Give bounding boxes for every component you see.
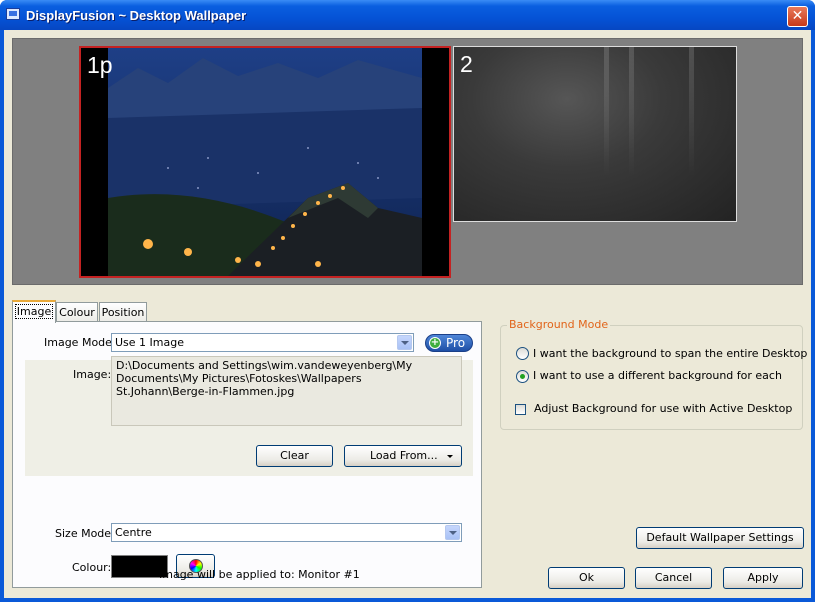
load-from-button[interactable]: Load From... bbox=[344, 445, 462, 467]
apply-button[interactable]: Apply bbox=[723, 567, 803, 589]
monitor-1-label: 1p bbox=[87, 52, 113, 78]
image-mode-value: Use 1 Image bbox=[115, 336, 184, 349]
monitor-preview-area: 1p 2 bbox=[12, 38, 803, 285]
cancel-button[interactable]: Cancel bbox=[635, 567, 712, 589]
tab-colour[interactable]: Colour bbox=[56, 302, 98, 322]
light-streak bbox=[629, 47, 634, 177]
monitor-1-preview[interactable]: 1p bbox=[79, 46, 451, 278]
ok-button[interactable]: Ok bbox=[548, 567, 625, 589]
clear-button[interactable]: Clear bbox=[256, 445, 333, 467]
chevron-down-icon[interactable] bbox=[397, 335, 412, 350]
default-wallpaper-settings-button[interactable]: Default Wallpaper Settings bbox=[636, 527, 804, 549]
displayfusion-app-icon bbox=[6, 8, 20, 20]
dialog-body: 1p 2 Image Colour Position Image Mode: U… bbox=[4, 30, 811, 598]
active-desktop-checkbox[interactable] bbox=[515, 404, 526, 415]
size-mode-value: Centre bbox=[115, 526, 152, 539]
image-tab-panel: Image Mode: Use 1 Image + Pro Image: D:\… bbox=[12, 321, 482, 588]
monitor-2-preview[interactable]: 2 bbox=[453, 46, 737, 222]
wallpaper-thumbnail-mountain-image bbox=[108, 48, 422, 276]
pro-button[interactable]: + Pro bbox=[425, 334, 473, 352]
plus-icon: + bbox=[429, 337, 441, 349]
load-from-label: Load From... bbox=[370, 449, 438, 462]
background-mode-legend: Background Mode bbox=[507, 318, 611, 331]
light-streak bbox=[689, 47, 694, 177]
active-desktop-label[interactable]: Adjust Background for use with Active De… bbox=[534, 402, 792, 415]
tab-position[interactable]: Position bbox=[99, 302, 147, 322]
chevron-down-icon[interactable] bbox=[445, 525, 460, 540]
colour-label: Colour: bbox=[72, 561, 112, 574]
image-label: Image: bbox=[73, 368, 112, 381]
tab-image-label: Image bbox=[14, 304, 54, 319]
light-streak bbox=[604, 47, 609, 177]
dropdown-arrow-icon bbox=[447, 455, 453, 458]
applied-to-text: Image will be applied to: Monitor #1 bbox=[159, 568, 360, 581]
window-title: DisplayFusion ~ Desktop Wallpaper bbox=[26, 8, 247, 23]
size-mode-select[interactable]: Centre bbox=[111, 523, 462, 542]
span-desktop-radio[interactable] bbox=[516, 347, 529, 360]
window: DisplayFusion ~ Desktop Wallpaper ✕ 1p 2… bbox=[0, 0, 815, 602]
image-path-field[interactable]: D:\Documents and Settings\wim.vandeweyen… bbox=[111, 356, 462, 426]
close-button[interactable]: ✕ bbox=[787, 6, 808, 27]
pro-button-label: Pro bbox=[446, 336, 466, 350]
different-background-radio[interactable] bbox=[516, 370, 529, 383]
span-desktop-label[interactable]: I want the background to span the entire… bbox=[533, 347, 807, 360]
image-mode-select[interactable]: Use 1 Image bbox=[111, 333, 414, 352]
size-mode-label: Size Mode: bbox=[55, 527, 115, 540]
monitor-2-label: 2 bbox=[460, 51, 473, 77]
tab-image[interactable]: Image bbox=[12, 300, 56, 323]
title-bar[interactable]: DisplayFusion ~ Desktop Wallpaper ✕ bbox=[0, 0, 815, 30]
image-mode-label: Image Mode: bbox=[44, 336, 116, 349]
different-background-label[interactable]: I want to use a different background for… bbox=[533, 369, 782, 382]
